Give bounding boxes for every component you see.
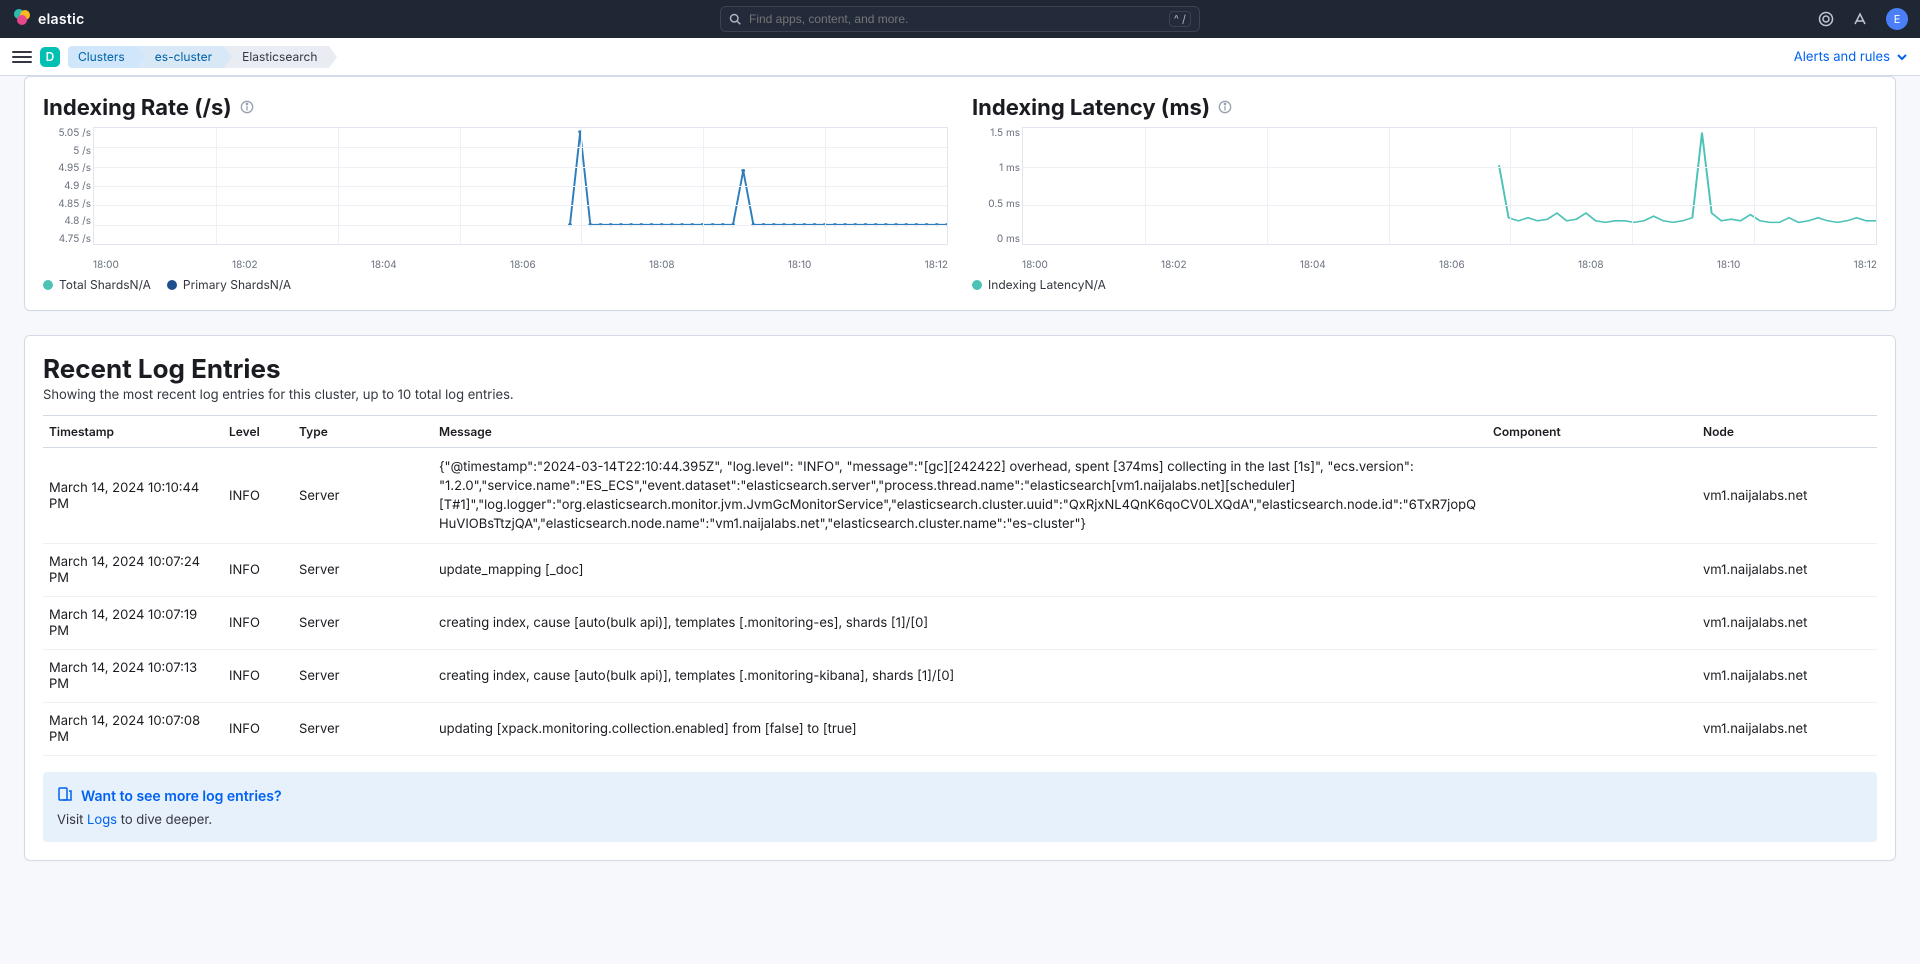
- chart-grid: [1022, 127, 1877, 245]
- table-cell: March 14, 2024 10:10:44 PM: [43, 448, 223, 544]
- table-cell: [1487, 650, 1697, 703]
- panel-subtitle: Showing the most recent log entries for …: [43, 387, 1877, 403]
- search-box[interactable]: ^ /: [720, 6, 1200, 32]
- user-avatar[interactable]: E: [1886, 8, 1908, 30]
- log-table: TimestampLevelTypeMessageComponentNode M…: [43, 415, 1877, 756]
- elastic-logo-icon: [12, 7, 32, 31]
- chart-x-axis: 18:0018:0218:0418:0618:0818:1018:12: [93, 259, 948, 271]
- legend-item[interactable]: Total ShardsN/A: [43, 277, 151, 292]
- legend-swatch: [972, 280, 982, 290]
- table-row: March 14, 2024 10:10:44 PMINFOServer{"@t…: [43, 448, 1877, 544]
- search-icon: [729, 13, 741, 25]
- global-search: ^ /: [720, 6, 1200, 32]
- avatar-initial: E: [1894, 12, 1901, 26]
- table-cell: March 14, 2024 10:07:19 PM: [43, 597, 223, 650]
- legend-item[interactable]: Indexing LatencyN/A: [972, 277, 1106, 292]
- space-initial: D: [46, 49, 55, 64]
- table-cell: vm1.naijalabs.net: [1697, 544, 1877, 597]
- table-header-row: TimestampLevelTypeMessageComponentNode: [43, 416, 1877, 448]
- breadcrumb-item-current: Elasticsearch: [224, 46, 329, 68]
- table-cell: Server: [293, 544, 433, 597]
- search-input[interactable]: [749, 12, 1161, 26]
- indexing-rate-chart: Indexing Rate (/s) 5.05 /s5 /s4.95 /s4.9…: [43, 95, 948, 292]
- chart-y-axis: 5.05 /s5 /s4.95 /s4.9 /s4.85 /s4.8 /s4.7…: [43, 127, 91, 245]
- table-cell: vm1.naijalabs.net: [1697, 650, 1877, 703]
- legend-item[interactable]: Primary ShardsN/A: [167, 277, 291, 292]
- recent-log-entries-panel: Recent Log Entries Showing the most rece…: [24, 335, 1896, 861]
- info-icon[interactable]: [240, 98, 254, 118]
- table-cell: Server: [293, 597, 433, 650]
- column-header[interactable]: Level: [223, 416, 293, 448]
- table-cell: [1487, 703, 1697, 756]
- info-icon[interactable]: [1218, 98, 1232, 118]
- table-row: March 14, 2024 10:07:08 PMINFOServerupda…: [43, 703, 1877, 756]
- elastic-logo[interactable]: elastic: [12, 7, 85, 31]
- table-cell: INFO: [223, 597, 293, 650]
- legend-swatch: [43, 280, 53, 290]
- nav-toggle-icon[interactable]: [12, 51, 32, 63]
- table-cell: updating [xpack.monitoring.collection.en…: [433, 703, 1487, 756]
- more-logs-callout: Want to see more log entries? Visit Logs…: [43, 772, 1877, 842]
- breadcrumb-item[interactable]: es-cluster: [137, 46, 224, 68]
- table-cell: INFO: [223, 544, 293, 597]
- table-cell: Server: [293, 448, 433, 544]
- column-header[interactable]: Node: [1697, 416, 1877, 448]
- alerts-menu-label: Alerts and rules: [1794, 49, 1890, 65]
- chevron-down-icon: [1896, 51, 1908, 63]
- table-cell: INFO: [223, 703, 293, 756]
- table-cell: [1487, 544, 1697, 597]
- table-cell: INFO: [223, 650, 293, 703]
- chart-title: Indexing Rate (/s): [43, 95, 232, 121]
- chart-grid: [93, 127, 948, 245]
- table-cell: March 14, 2024 10:07:13 PM: [43, 650, 223, 703]
- chart-title: Indexing Latency (ms): [972, 95, 1210, 121]
- column-header[interactable]: Type: [293, 416, 433, 448]
- chart-x-axis: 18:0018:0218:0418:0618:0818:1018:12: [1022, 259, 1877, 271]
- table-cell: vm1.naijalabs.net: [1697, 597, 1877, 650]
- alerts-and-rules-menu[interactable]: Alerts and rules: [1794, 49, 1908, 65]
- table-cell: Server: [293, 703, 433, 756]
- table-cell: creating index, cause [auto(bulk api)], …: [433, 650, 1487, 703]
- table-cell: {"@timestamp":"2024-03-14T22:10:44.395Z"…: [433, 448, 1487, 544]
- table-cell: Server: [293, 650, 433, 703]
- chart-legend: Total ShardsN/A Primary ShardsN/A: [43, 277, 948, 292]
- logs-icon: [57, 786, 73, 806]
- header-actions: E: [1818, 8, 1908, 30]
- column-header[interactable]: Component: [1487, 416, 1697, 448]
- newsfeed-icon[interactable]: [1852, 11, 1868, 27]
- logs-link[interactable]: Logs: [87, 812, 117, 828]
- legend-swatch: [167, 280, 177, 290]
- table-cell: INFO: [223, 448, 293, 544]
- column-header[interactable]: Message: [433, 416, 1487, 448]
- column-header[interactable]: Timestamp: [43, 416, 223, 448]
- panel-title: Recent Log Entries: [43, 354, 1877, 385]
- brand-text: elastic: [38, 11, 85, 28]
- table-row: March 14, 2024 10:07:24 PMINFOServerupda…: [43, 544, 1877, 597]
- table-cell: vm1.naijalabs.net: [1697, 703, 1877, 756]
- space-selector[interactable]: D: [40, 47, 60, 67]
- callout-body: Visit Logs to dive deeper.: [57, 812, 1863, 828]
- table-cell: March 14, 2024 10:07:08 PM: [43, 703, 223, 756]
- help-icon[interactable]: [1818, 11, 1834, 27]
- table-cell: vm1.naijalabs.net: [1697, 448, 1877, 544]
- chart-y-axis: 1.5 ms1 ms0.5 ms0 ms: [972, 127, 1020, 245]
- table-row: March 14, 2024 10:07:19 PMINFOServercrea…: [43, 597, 1877, 650]
- global-header: elastic ^ / E: [0, 0, 1920, 38]
- table-row: March 14, 2024 10:07:13 PMINFOServercrea…: [43, 650, 1877, 703]
- table-cell: [1487, 448, 1697, 544]
- callout-title[interactable]: Want to see more log entries?: [57, 786, 1863, 806]
- search-shortcut-hint: ^ /: [1169, 11, 1191, 27]
- breadcrumb-item[interactable]: Clusters: [68, 46, 137, 68]
- table-cell: [1487, 597, 1697, 650]
- chart-canvas[interactable]: 5.05 /s5 /s4.95 /s4.9 /s4.85 /s4.8 /s4.7…: [43, 127, 948, 257]
- table-cell: update_mapping [_doc]: [433, 544, 1487, 597]
- app-subheader: D Clusters es-cluster Elasticsearch Aler…: [0, 38, 1920, 76]
- breadcrumb: Clusters es-cluster Elasticsearch: [68, 46, 329, 68]
- indexing-latency-chart: Indexing Latency (ms) 1.5 ms1 ms0.5 ms0 …: [972, 95, 1877, 292]
- table-cell: creating index, cause [auto(bulk api)], …: [433, 597, 1487, 650]
- chart-legend: Indexing LatencyN/A: [972, 277, 1877, 292]
- charts-panel: Indexing Rate (/s) 5.05 /s5 /s4.95 /s4.9…: [24, 76, 1896, 311]
- chart-canvas[interactable]: 1.5 ms1 ms0.5 ms0 ms 18:0018:0218:0418:0…: [972, 127, 1877, 257]
- table-cell: March 14, 2024 10:07:24 PM: [43, 544, 223, 597]
